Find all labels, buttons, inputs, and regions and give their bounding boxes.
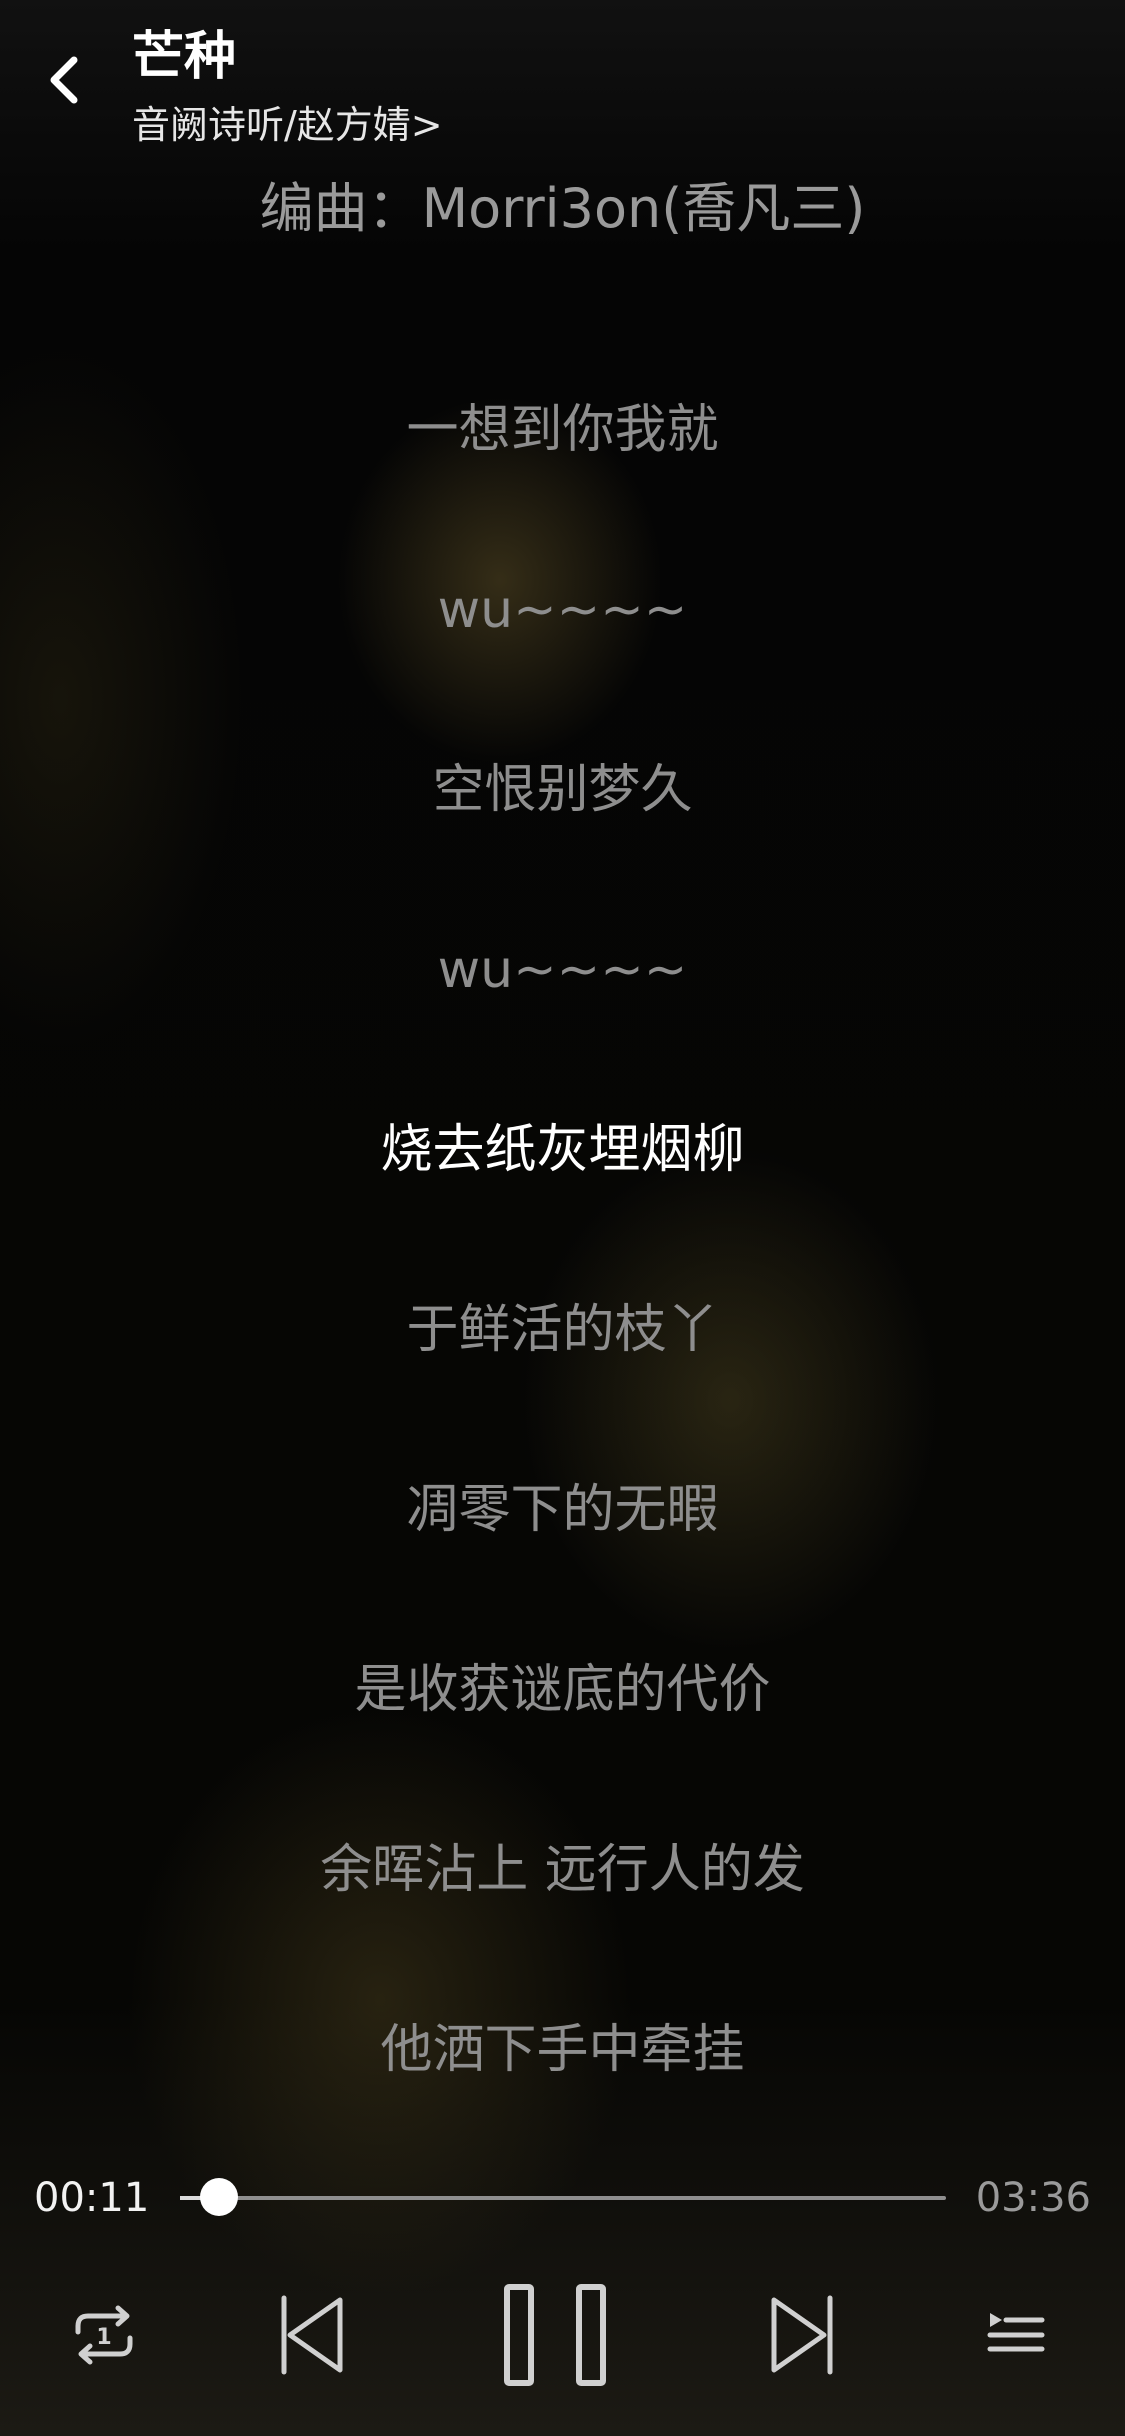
lyric-line[interactable]: 余晖沾上 远行人的发 [0,1780,1125,1960]
pause-button[interactable] [490,2270,620,2400]
pause-icon [504,2284,606,2386]
artist-link[interactable]: 音阙诗听/赵方婧> [132,98,443,152]
progress-thumb[interactable] [200,2178,239,2216]
next-track-button[interactable] [752,2270,852,2400]
skip-next-icon [771,2295,833,2375]
song-title: 芒种 [132,27,237,87]
player-screen: 芒种 音阙诗听/赵方婧> 编曲：Morri3on(喬凡三) 一想到你我就 wu~… [0,0,1125,2436]
repeat-one-icon: 1 [75,2305,133,2365]
lyric-line[interactable]: 于鲜活的枝丫 [0,1240,1125,1420]
playback-controls: 1 [0,2270,1125,2400]
lyric-line[interactable]: wu~~~~ [0,880,1125,1060]
arranger-credit: 编曲：Morri3on(喬凡三) [259,177,866,240]
playlist-button[interactable] [966,2270,1066,2400]
svg-text:1: 1 [96,2325,111,2350]
lyric-line[interactable]: 是收获谜底的代价 [0,1600,1125,1780]
lyric-line-active[interactable]: 烧去纸灰埋烟柳 [0,1060,1125,1240]
back-button[interactable] [34,44,94,116]
lyric-line[interactable]: 凋零下的无暇 [0,1420,1125,1600]
chevron-left-icon [50,56,78,104]
lyrics-list[interactable]: 一想到你我就 wu~~~~ 空恨别梦久 wu~~~~ 烧去纸灰埋烟柳 于鲜活的枝… [0,340,1125,2140]
previous-track-button[interactable] [262,2270,362,2400]
lyric-line[interactable]: wu~~~~ [0,520,1125,700]
progress-bar[interactable] [180,2178,946,2216]
lyric-line[interactable]: 空恨别梦久 [0,700,1125,880]
skip-previous-icon [281,2295,343,2375]
repeat-mode-button[interactable]: 1 [54,2270,154,2400]
current-time: 00:11 [34,2175,150,2221]
lyric-line[interactable]: 一想到你我就 [0,340,1125,520]
playlist-icon [987,2313,1045,2352]
total-time: 03:36 [975,2175,1091,2221]
lyric-line[interactable]: 他洒下手中牵挂 [0,1960,1125,2140]
